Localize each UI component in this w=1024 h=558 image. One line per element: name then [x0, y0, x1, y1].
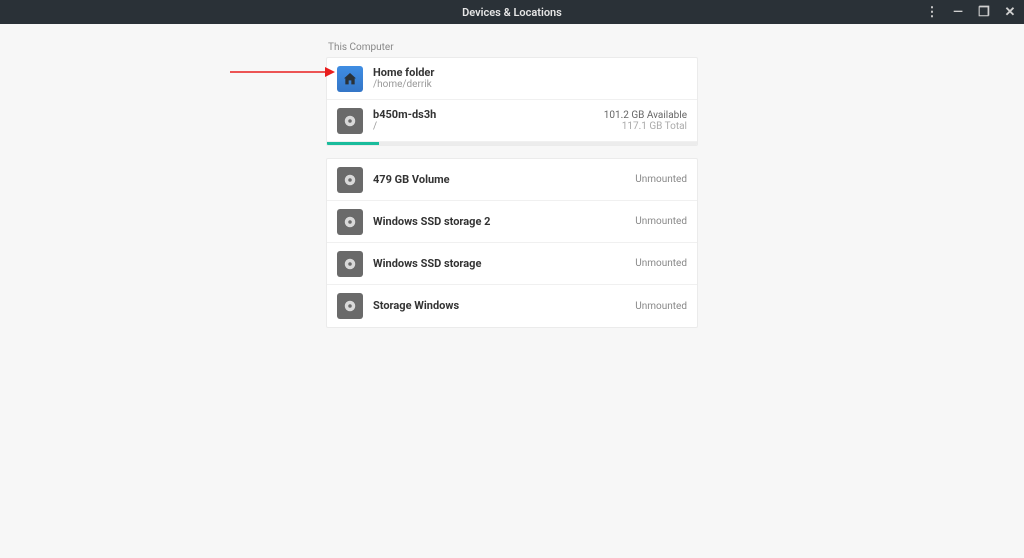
volume-name: Windows SSD storage: [373, 257, 635, 270]
disk-icon: [337, 167, 363, 193]
root-available: 101.2 GB Available: [604, 110, 687, 121]
menu-icon[interactable]: ⋮: [924, 5, 940, 20]
content-area: This Computer Home folder /home/derrik: [0, 24, 1024, 328]
panel-this-computer: Home folder /home/derrik b450m-ds3h / 10…: [326, 57, 698, 146]
disk-icon: [337, 293, 363, 319]
disk-icon: [337, 209, 363, 235]
row-volume[interactable]: Storage Windows Unmounted: [327, 285, 697, 327]
root-total: 117.1 GB Total: [604, 121, 687, 132]
volume-name: Storage Windows: [373, 299, 635, 312]
row-volume[interactable]: 479 GB Volume Unmounted: [327, 159, 697, 201]
row-home-folder[interactable]: Home folder /home/derrik: [327, 58, 697, 100]
volume-status: Unmounted: [635, 216, 687, 227]
volume-status: Unmounted: [635, 258, 687, 269]
titlebar: Devices & Locations ⋮ — ❐ ✕: [0, 0, 1024, 24]
disk-icon: [337, 108, 363, 134]
window-title: Devices & Locations: [462, 6, 562, 19]
volume-name: 479 GB Volume: [373, 173, 635, 186]
row-body: b450m-ds3h /: [373, 108, 604, 133]
row-root-volume[interactable]: b450m-ds3h / 101.2 GB Available 117.1 GB…: [327, 100, 697, 142]
window-controls: ⋮ — ❐ ✕: [924, 0, 1018, 24]
root-volume-stats: 101.2 GB Available 117.1 GB Total: [604, 110, 687, 132]
volume-status: Unmounted: [635, 174, 687, 185]
row-volume[interactable]: Windows SSD storage 2 Unmounted: [327, 201, 697, 243]
home-folder-title: Home folder: [373, 66, 687, 79]
root-usage-progress: [327, 142, 697, 145]
root-usage-bar: [327, 142, 379, 145]
row-volume[interactable]: Windows SSD storage Unmounted: [327, 243, 697, 285]
close-icon[interactable]: ✕: [1002, 5, 1018, 20]
volume-status: Unmounted: [635, 301, 687, 312]
minimize-icon[interactable]: —: [950, 5, 966, 20]
root-volume-name: b450m-ds3h: [373, 108, 604, 121]
root-volume-path: /: [373, 121, 604, 133]
home-folder-icon: [337, 66, 363, 92]
panel-volumes: 479 GB Volume Unmounted Windows SSD stor…: [326, 158, 698, 328]
maximize-icon[interactable]: ❐: [976, 5, 992, 20]
home-folder-path: /home/derrik: [373, 79, 687, 91]
section-label: This Computer: [326, 42, 698, 53]
disk-icon: [337, 251, 363, 277]
volume-name: Windows SSD storage 2: [373, 215, 635, 228]
row-body: Home folder /home/derrik: [373, 66, 687, 91]
